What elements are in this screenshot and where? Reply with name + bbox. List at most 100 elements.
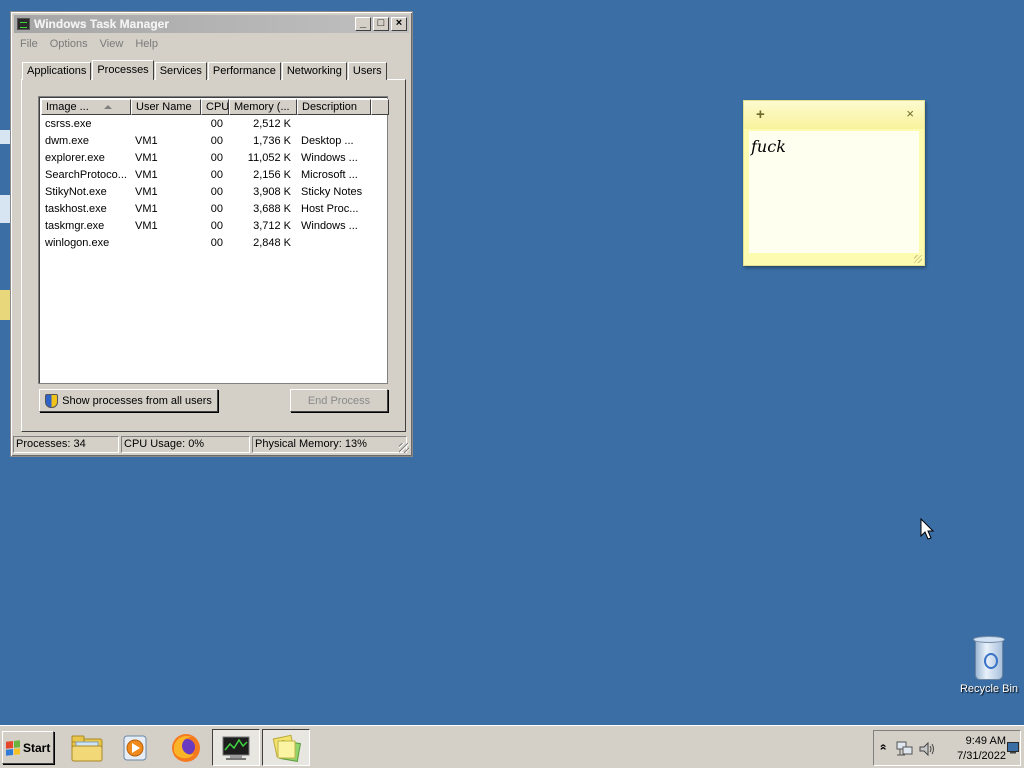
column-headers: Image ... User Name CPU Memory (... Desc… bbox=[41, 99, 389, 115]
menu-help[interactable]: Help bbox=[129, 38, 164, 50]
sticky-note-text[interactable]: fuck bbox=[749, 131, 919, 253]
status-bar: Processes: 34 CPU Usage: 0% Physical Mem… bbox=[13, 436, 410, 454]
window-title: Windows Task Manager bbox=[34, 17, 170, 31]
minimize-button[interactable]: _ bbox=[355, 17, 371, 31]
delete-note-button[interactable]: × bbox=[906, 106, 914, 121]
tab-performance[interactable]: Performance bbox=[207, 62, 281, 80]
tab-strip: Applications Processes Services Performa… bbox=[22, 60, 388, 80]
clock-date: 7/31/2022 bbox=[957, 750, 1006, 762]
table-row[interactable]: StikyNot.exe VM1 00 3,908 K Sticky Notes bbox=[41, 184, 371, 201]
system-clock[interactable]: 9:49 AM 7/31/2022 bbox=[936, 734, 1006, 764]
table-row[interactable]: csrss.exe 00 2,512 K bbox=[41, 116, 371, 133]
process-user bbox=[131, 116, 201, 133]
status-physical-memory: Physical Memory: 13% bbox=[252, 436, 407, 453]
menu-view[interactable]: View bbox=[94, 38, 130, 50]
table-row[interactable]: dwm.exe VM1 00 1,736 K Desktop ... bbox=[41, 133, 371, 150]
maximize-button[interactable]: □ bbox=[373, 17, 389, 31]
column-header-image[interactable]: Image ... bbox=[41, 99, 131, 115]
network-icon[interactable] bbox=[896, 741, 914, 757]
process-memory: 2,848 K bbox=[253, 237, 291, 249]
column-header-memory[interactable]: Memory (... bbox=[229, 99, 297, 115]
process-user: VM1 bbox=[135, 135, 158, 147]
start-label: Start bbox=[23, 740, 51, 755]
sticky-note-header[interactable]: + × bbox=[744, 101, 924, 129]
process-memory: 1,736 K bbox=[253, 135, 291, 147]
taskbar-task-manager-button[interactable] bbox=[212, 729, 260, 766]
column-header-image-label: Image ... bbox=[46, 101, 89, 113]
tab-applications[interactable]: Applications bbox=[22, 62, 92, 80]
menu-file[interactable]: File bbox=[14, 38, 44, 50]
process-cpu: 00 bbox=[210, 220, 223, 232]
show-hidden-icons-button[interactable]: » bbox=[875, 744, 889, 751]
process-image: winlogon.exe bbox=[45, 237, 110, 249]
tab-processes[interactable]: Processes bbox=[92, 60, 154, 80]
process-memory: 11,052 K bbox=[247, 152, 291, 164]
tab-networking[interactable]: Networking bbox=[281, 62, 347, 80]
process-description bbox=[297, 116, 371, 133]
tab-users[interactable]: Users bbox=[347, 62, 387, 80]
process-image: dwm.exe bbox=[45, 135, 90, 147]
show-all-processes-button[interactable]: Show processes from all users bbox=[39, 389, 218, 412]
notification-area: » 9:49 AM 7/31/2022 bbox=[873, 730, 1021, 766]
column-header-user[interactable]: User Name bbox=[131, 99, 201, 115]
process-memory: 3,688 K bbox=[253, 203, 291, 215]
process-description: Desktop ... bbox=[301, 135, 354, 147]
process-rows: csrss.exe 00 2,512 K dwm.exe VM1 00 1,73… bbox=[41, 116, 371, 252]
column-header-cpu[interactable]: CPU bbox=[201, 99, 229, 115]
table-row[interactable]: winlogon.exe 00 2,848 K bbox=[41, 235, 371, 252]
column-header-filler bbox=[371, 99, 389, 115]
table-row[interactable]: SearchProtoco... VM1 00 2,156 K Microsof… bbox=[41, 167, 371, 184]
title-bar[interactable]: Windows Task Manager _ □ × bbox=[14, 15, 409, 33]
table-row[interactable]: explorer.exe VM1 00 11,052 K Windows ... bbox=[41, 150, 371, 167]
process-description: Sticky Notes bbox=[301, 186, 363, 198]
show-desktop-icon[interactable] bbox=[1007, 742, 1019, 754]
process-image: taskhost.exe bbox=[45, 203, 107, 215]
process-cpu: 00 bbox=[210, 186, 223, 198]
end-process-button[interactable]: End Process bbox=[290, 389, 388, 412]
show-all-processes-label: Show processes from all users bbox=[62, 394, 212, 407]
process-user: VM1 bbox=[135, 220, 158, 232]
process-user bbox=[131, 235, 201, 252]
sticky-note[interactable]: + × fuck bbox=[743, 100, 925, 266]
resize-grip[interactable] bbox=[399, 443, 409, 453]
new-note-button[interactable]: + bbox=[756, 106, 765, 123]
firefox-icon bbox=[172, 733, 200, 762]
process-image: taskmgr.exe bbox=[45, 220, 105, 232]
taskbar-sticky-notes-button[interactable] bbox=[262, 729, 310, 766]
recycle-bin[interactable]: Recycle Bin bbox=[956, 636, 1022, 695]
recycle-bin-icon bbox=[972, 636, 1006, 680]
process-description: Windows ... bbox=[301, 220, 358, 232]
media-player-icon bbox=[123, 735, 147, 760]
taskbar-explorer-button[interactable] bbox=[63, 729, 111, 766]
process-cpu: 00 bbox=[210, 135, 223, 147]
taskbar-firefox-button[interactable] bbox=[162, 729, 210, 766]
process-image: csrss.exe bbox=[45, 118, 92, 130]
clock-time: 9:49 AM bbox=[965, 735, 1006, 747]
tab-services[interactable]: Services bbox=[154, 62, 207, 80]
sticky-notes-icon bbox=[272, 734, 302, 762]
process-description: Host Proc... bbox=[301, 203, 359, 215]
process-user: VM1 bbox=[135, 152, 158, 164]
process-user: VM1 bbox=[135, 203, 158, 215]
start-button[interactable]: Start bbox=[2, 731, 54, 764]
sticky-resize-grip[interactable] bbox=[914, 255, 922, 263]
process-image: SearchProtoco... bbox=[45, 169, 127, 181]
uac-shield-icon bbox=[45, 393, 59, 408]
sort-ascending-icon bbox=[104, 105, 112, 109]
process-memory: 3,908 K bbox=[253, 186, 291, 198]
task-manager-app-icon bbox=[17, 18, 30, 30]
close-button[interactable]: × bbox=[391, 17, 407, 31]
process-memory: 2,512 K bbox=[253, 118, 291, 130]
taskbar-media-player-button[interactable] bbox=[111, 729, 159, 766]
process-list[interactable]: Image ... User Name CPU Memory (... Desc… bbox=[38, 96, 389, 384]
task-manager-icon bbox=[222, 736, 250, 760]
status-cpu-usage: CPU Usage: 0% bbox=[121, 436, 250, 453]
volume-icon[interactable] bbox=[918, 741, 936, 757]
column-header-description[interactable]: Description bbox=[297, 99, 371, 115]
folder-icon bbox=[71, 735, 103, 761]
taskbar: Start » 9:49 AM 7/31/2022 bbox=[0, 725, 1024, 768]
table-row[interactable]: taskhost.exe VM1 00 3,688 K Host Proc... bbox=[41, 201, 371, 218]
process-memory: 2,156 K bbox=[253, 169, 291, 181]
menu-options[interactable]: Options bbox=[44, 38, 94, 50]
table-row[interactable]: taskmgr.exe VM1 00 3,712 K Windows ... bbox=[41, 218, 371, 235]
